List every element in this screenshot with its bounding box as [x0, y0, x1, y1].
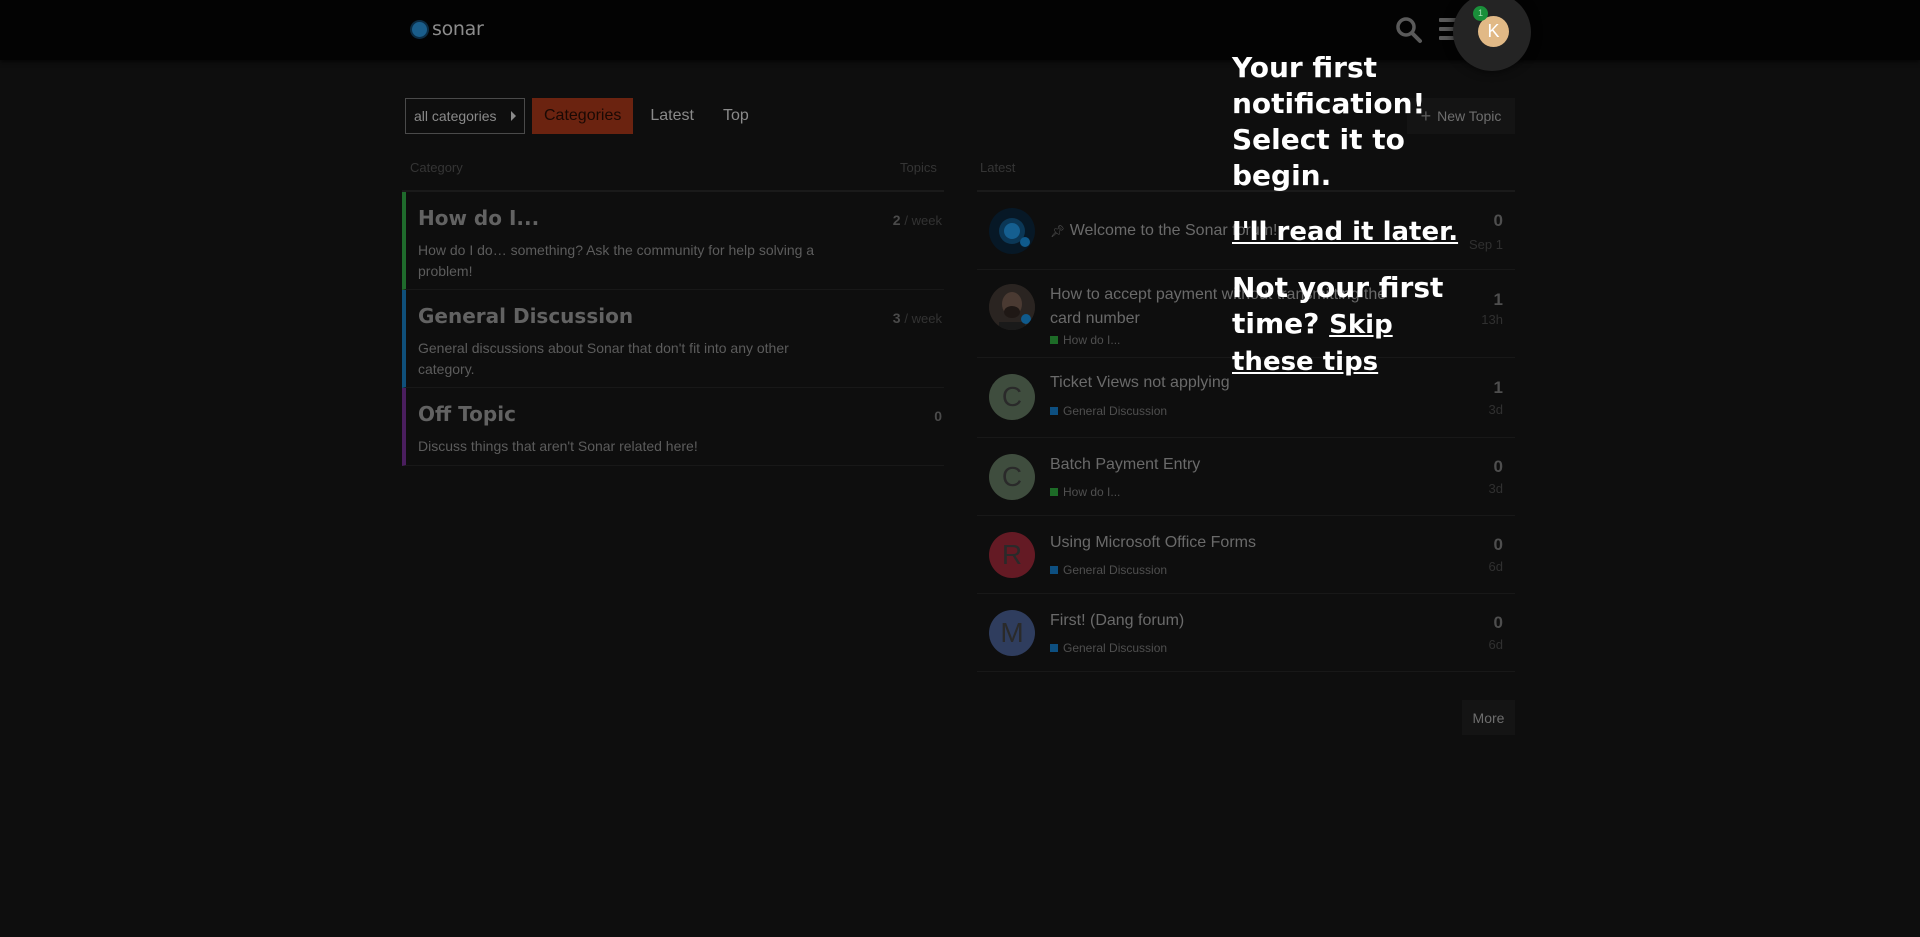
category-dropdown[interactable]: all categories: [405, 98, 525, 134]
category-name[interactable]: Off Topic: [418, 402, 516, 426]
topic-row[interactable]: C Batch Payment Entry How do I... 0 3d: [977, 438, 1515, 516]
category-row-off-topic[interactable]: Off Topic Discuss things that aren't Son…: [402, 388, 944, 466]
topic-title[interactable]: Batch Payment Entry: [1050, 453, 1200, 477]
tab-categories[interactable]: Categories: [532, 98, 634, 134]
tab-latest[interactable]: Latest: [638, 98, 706, 134]
notification-badge[interactable]: 1: [1473, 6, 1488, 21]
topic-age[interactable]: 6d: [1489, 559, 1503, 574]
site-logo[interactable]: sonar: [412, 18, 484, 40]
topic-age[interactable]: 13h: [1481, 312, 1503, 327]
caret-right-icon: [511, 111, 516, 121]
latest-column-header: Latest: [980, 160, 1016, 175]
category-row-general-discussion[interactable]: General Discussion General discussions a…: [402, 290, 944, 388]
topic-title[interactable]: Ticket Views not applying: [1050, 371, 1230, 395]
category-column-header: Category: [410, 160, 463, 175]
topic-category[interactable]: General Discussion: [1050, 404, 1167, 418]
avatar[interactable]: C: [989, 374, 1035, 420]
avatar[interactable]: M: [989, 610, 1035, 656]
category-name[interactable]: How do I...: [418, 206, 539, 230]
category-dropdown-label: all categories: [414, 108, 497, 124]
avatar[interactable]: [989, 284, 1035, 330]
logo-icon: [412, 21, 427, 37]
pin-icon: 📌︎: [1050, 224, 1066, 238]
topic-category[interactable]: General Discussion: [1050, 563, 1167, 577]
avatar[interactable]: [989, 208, 1035, 254]
category-description: Discuss things that aren't Sonar related…: [418, 438, 698, 454]
more-button[interactable]: More: [1462, 700, 1515, 735]
category-topic-count: 0: [934, 408, 942, 424]
avatar[interactable]: C: [989, 454, 1035, 500]
topic-age[interactable]: 3d: [1489, 481, 1503, 496]
category-description: How do I do… something? Ask the communit…: [418, 242, 815, 279]
category-description: General discussions about Sonar that don…: [418, 340, 789, 377]
tip-title: Your first notification! Select it to be…: [1232, 51, 1426, 192]
reply-count: 0: [1493, 535, 1503, 554]
reply-count: 0: [1493, 457, 1503, 476]
topic-row[interactable]: M First! (Dang forum) General Discussion…: [977, 594, 1515, 672]
category-list: How do I... How do I do… something? Ask …: [402, 190, 944, 466]
sonar-avatar-icon: [999, 218, 1030, 247]
category-row-how-do-i[interactable]: How do I... How do I do… something? Ask …: [402, 192, 944, 290]
topic-row[interactable]: R Using Microsoft Office Forms General D…: [977, 516, 1515, 594]
topic-category[interactable]: How do I...: [1050, 333, 1120, 347]
tip-skip-line: Not your first time? Skip these tips: [1232, 270, 1462, 380]
category-topic-count: 2 / week: [892, 212, 942, 228]
category-name[interactable]: General Discussion: [418, 304, 633, 328]
topic-title[interactable]: Using Microsoft Office Forms: [1050, 531, 1256, 555]
tab-top[interactable]: Top: [711, 98, 761, 134]
topic-title[interactable]: First! (Dang forum): [1050, 609, 1184, 633]
notification-tip: Your first notification! Select it to be…: [1232, 50, 1462, 380]
category-topic-count: 3 / week: [892, 310, 942, 326]
topic-age[interactable]: 3d: [1489, 402, 1503, 417]
topic-category[interactable]: General Discussion: [1050, 641, 1167, 655]
user-photo-icon: [989, 284, 1035, 330]
search-icon[interactable]: [1395, 16, 1423, 44]
site-header: sonar: [0, 0, 1920, 60]
reply-count: 1: [1493, 290, 1503, 309]
reply-count: 0: [1493, 613, 1503, 632]
topic-age[interactable]: Sep 1: [1469, 237, 1503, 252]
reply-count: 1: [1493, 378, 1503, 397]
avatar[interactable]: R: [989, 532, 1035, 578]
topic-category[interactable]: How do I...: [1050, 485, 1120, 499]
topic-age[interactable]: 6d: [1489, 637, 1503, 652]
read-later-link[interactable]: I'll read it later.: [1232, 214, 1462, 250]
logo-text: sonar: [432, 18, 484, 40]
topics-column-header: Topics: [900, 160, 937, 175]
reply-count: 0: [1493, 211, 1503, 230]
navigation-bar: all categories Categories Latest Top: [405, 98, 766, 134]
